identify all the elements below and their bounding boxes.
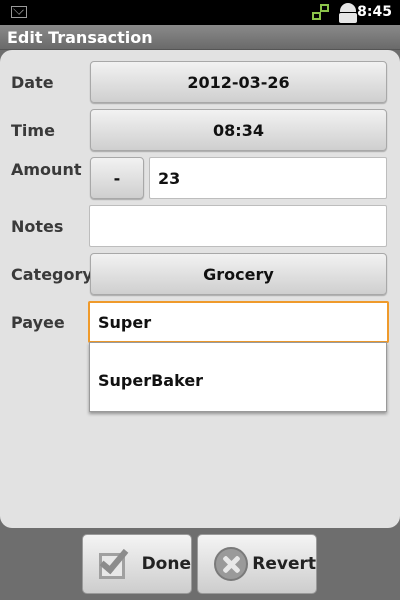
done-button[interactable]: Done <box>82 534 192 594</box>
network-sync-icon <box>312 3 332 23</box>
status-clock: 8:45 <box>357 4 392 20</box>
cancel-x-icon <box>212 545 248 583</box>
status-bar: 8:45 <box>0 0 400 25</box>
time-label: Time <box>11 121 55 140</box>
revert-button-label: Revert <box>252 554 316 574</box>
amount-label: Amount <box>11 160 82 179</box>
category-label: Category <box>11 265 93 284</box>
date-button[interactable]: 2012-03-26 <box>90 61 387 103</box>
date-label: Date <box>11 73 54 92</box>
bottom-action-bar: Done Revert <box>0 528 400 600</box>
payee-label: Payee <box>11 313 65 332</box>
done-button-label: Done <box>141 554 191 574</box>
title-bar: Edit Transaction <box>0 25 400 50</box>
notes-input[interactable] <box>89 205 387 247</box>
android-icon <box>337 3 359 23</box>
category-button[interactable]: Grocery <box>90 253 387 295</box>
check-icon <box>97 543 132 583</box>
revert-button[interactable]: Revert <box>197 534 317 594</box>
time-button[interactable]: 08:34 <box>90 109 387 151</box>
page-title: Edit Transaction <box>7 28 153 47</box>
payee-suggestions-dropdown: SuperBaker <box>89 342 387 412</box>
payee-suggestion-item[interactable]: SuperBaker <box>98 371 203 390</box>
amount-sign-button[interactable]: - <box>90 157 144 199</box>
payee-input[interactable]: Super <box>88 301 389 343</box>
mail-icon <box>11 6 27 18</box>
amount-input[interactable]: 23 <box>149 157 387 199</box>
notes-label: Notes <box>11 217 64 236</box>
